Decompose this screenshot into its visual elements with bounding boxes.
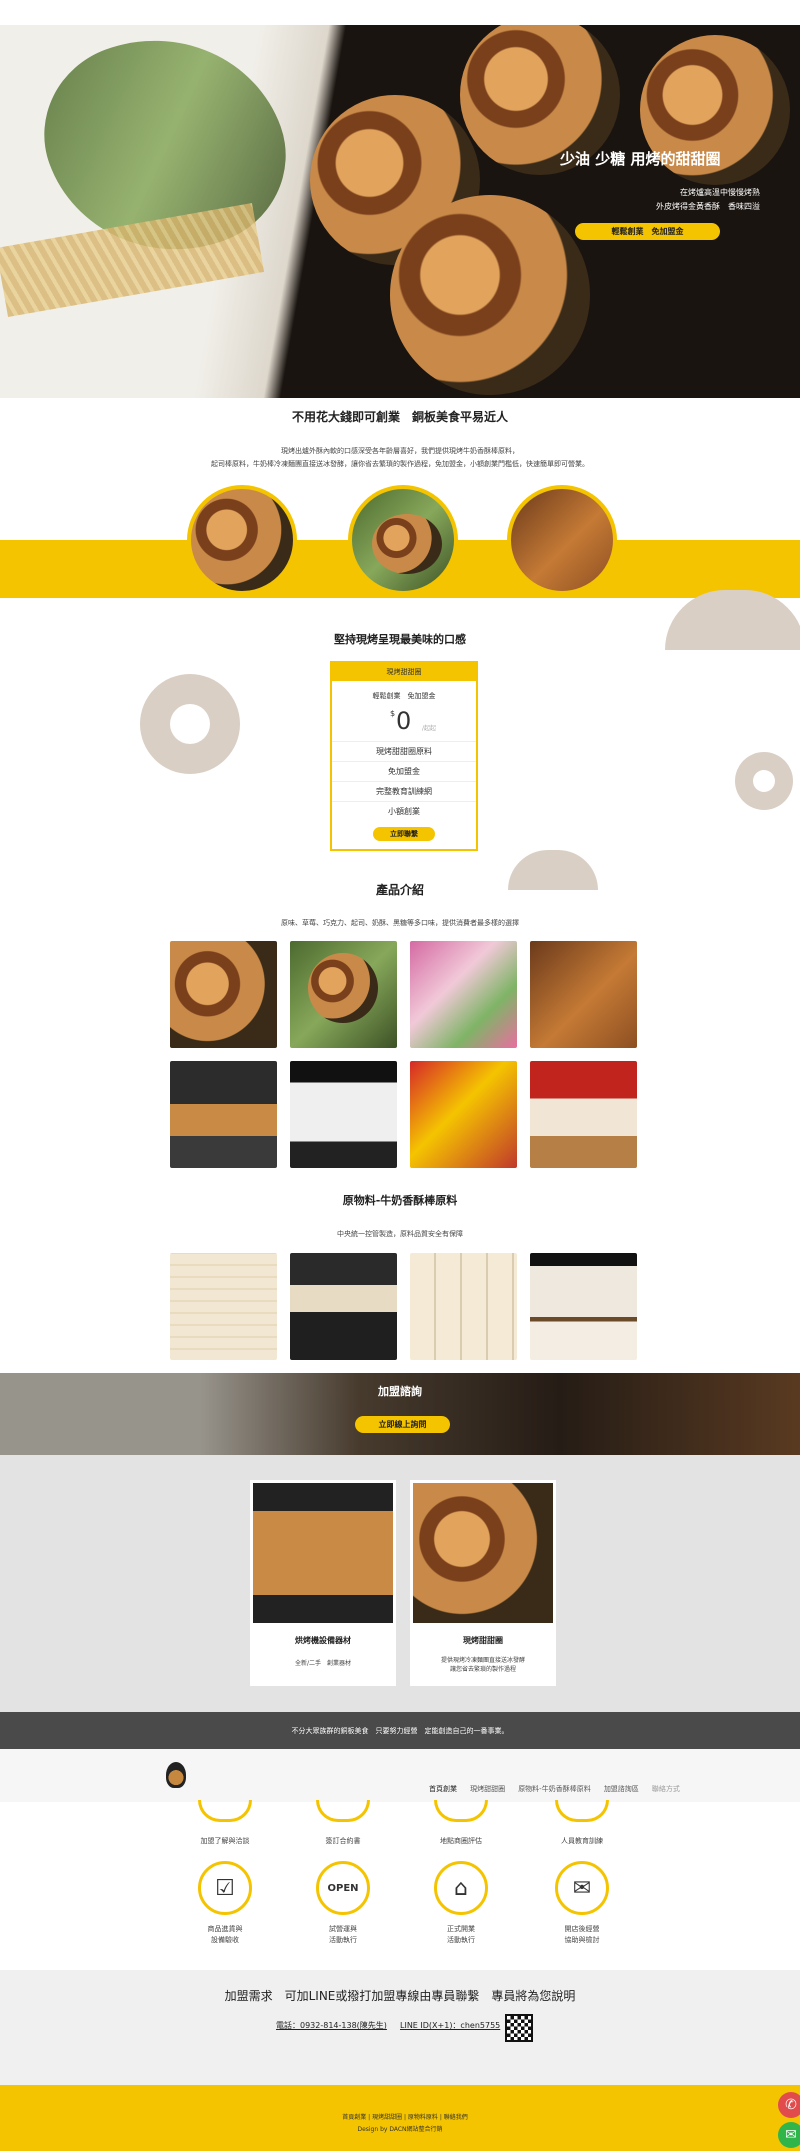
logo[interactable] <box>166 1762 186 1788</box>
contact-line-link[interactable]: LINE ID(X+1)：chen5755 <box>400 2020 500 2031</box>
checklist-icon: ☑ <box>198 1861 252 1915</box>
open-sign-icon: OPEN <box>316 1861 370 1915</box>
step-label: 商品進貨與 <box>207 1925 243 1933</box>
pricing-item: 現烤甜甜圈原料 <box>332 741 476 761</box>
line-icon[interactable]: ✉ <box>778 2122 800 2148</box>
equipment-card: 現烤甜甜圈 提供現烤冷凍麵團直接送冰發酵 讓您省去繁瑣的製作過程 <box>410 1480 556 1686</box>
intro-photo-2 <box>348 485 458 595</box>
pricing-item: 完整教育訓練網 <box>332 781 476 801</box>
step-icon-partial <box>198 1800 252 1822</box>
pricing-card-header: 現烤甜甜圈 <box>332 663 476 681</box>
pricing-item: 小額創業 <box>332 801 476 821</box>
material-photo <box>290 1253 397 1360</box>
products-title: 產品介紹 <box>375 883 424 897</box>
product-photo <box>290 941 397 1048</box>
materials-text: 中央統一控管製造，原料品質安全有保障 <box>337 1230 463 1238</box>
intro-text-2: 起司棒原料，牛奶棒冷凍麵團直接送冰發酵，讓你省去繁瑣的製作過程，免加盟金，小額創… <box>211 460 589 468</box>
step-label: 正式開業 <box>447 1925 475 1933</box>
materials-title: 原物料-牛奶香酥棒原料 <box>342 1194 458 1207</box>
intro-text-1: 現烤出爐外酥內軟的口感深受各年齡層喜好，我們提供現烤牛奶香酥棒原料， <box>281 447 519 455</box>
qr-code <box>505 2014 533 2042</box>
pricing-title: 堅持現烤呈現最美味的口感 <box>334 633 466 646</box>
pricing-unit: /起起 <box>422 725 437 732</box>
step-icon-partial <box>434 1800 488 1822</box>
nav-item[interactable]: 加盟諮詢區 <box>604 1785 639 1793</box>
hero-line-2: 外皮烤得金黃香酥 香味四溢 <box>656 202 760 211</box>
join-online-button[interactable]: 立即線上詢問 <box>355 1416 450 1433</box>
product-photo <box>410 941 517 1048</box>
pricing-card: 現烤甜甜圈 輕鬆創業 免加盟金 $ 0 /起起 現烤甜甜圈原料 免加盟金 完整教… <box>330 661 478 851</box>
intro-title: 不用花大錢即可創業 銅板美食平易近人 <box>291 410 508 424</box>
hero-title: 少油 少糖 用烤的甜甜圈 <box>560 150 721 168</box>
intro-photo-3 <box>507 485 617 595</box>
hero-line-1: 在烤爐高溫中慢慢烤熟 <box>680 188 760 197</box>
step-label: 加盟了解與洽談 <box>200 1837 250 1845</box>
step-label: 設備驗收 <box>211 1936 239 1944</box>
step-label: 簽訂合約書 <box>325 1837 361 1845</box>
step-label: 試營運與 <box>329 1925 357 1933</box>
donut-decoration <box>140 674 240 774</box>
pricing-amount: 0 <box>396 707 412 735</box>
product-photo <box>290 1061 397 1168</box>
pricing-contact-button[interactable]: 立即聯繫 <box>373 827 435 841</box>
nav-item[interactable]: 聯絡方式 <box>652 1785 680 1793</box>
step-icon-partial <box>555 1800 609 1822</box>
step-label: 活動執行 <box>329 1936 357 1944</box>
hero-cta-button[interactable]: 輕鬆創業 免加盟金 <box>575 223 720 240</box>
chat-icon: ✉ <box>555 1861 609 1915</box>
donut-image <box>390 195 590 395</box>
pricing-currency: $ <box>390 709 396 718</box>
material-photo <box>410 1253 517 1360</box>
product-photo <box>530 1061 637 1168</box>
equipment-title: 現烤甜甜圈 <box>463 1636 503 1645</box>
step-label: 協助與檢討 <box>564 1936 600 1944</box>
product-photo <box>170 1061 277 1168</box>
footer-link[interactable]: 現烤甜甜圈 <box>372 2114 402 2121</box>
step-label: 開店後經營 <box>564 1925 600 1933</box>
hero-banner: 少油 少糖 用烤的甜甜圈 在烤爐高溫中慢慢烤熟 外皮烤得金黃香酥 香味四溢 輕鬆… <box>0 25 800 398</box>
equipment-title: 烘烤機設備器材 <box>295 1636 351 1645</box>
slogan-text: 不分大眾族群的銅板美食 只要努力經營 定能創造自己的一番事業。 <box>291 1727 509 1735</box>
nav-item[interactable]: 現烤甜甜圈 <box>470 1785 505 1793</box>
equipment-desc: 全新/二手 創業器材 <box>294 1660 352 1667</box>
nav-item[interactable]: 原物料-牛奶香酥棒原料 <box>518 1785 591 1793</box>
footer-links: 首頁創業 | 現烤甜甜圈 | 原物料原料 | 聯絡我們 <box>342 2114 468 2121</box>
step-label: 人員教育訓練 <box>561 1837 603 1845</box>
product-photo <box>530 941 637 1048</box>
pricing-subtitle: 輕鬆創業 免加盟金 <box>372 692 436 700</box>
footer-link[interactable]: 首頁創業 <box>342 2114 366 2121</box>
contact-title: 加盟需求 可加LINE或撥打加盟專線由專員聯繫 專員將為您說明 <box>224 1989 576 2003</box>
material-photo <box>530 1253 637 1360</box>
equipment-desc: 讓您省去繁瑣的製作過程 <box>449 1666 516 1673</box>
material-photo <box>170 1253 277 1360</box>
product-photo <box>170 941 277 1048</box>
equipment-card: 烘烤機設備器材 全新/二手 創業器材 <box>250 1480 396 1686</box>
donut-decoration <box>735 752 793 810</box>
footer-credit: Design by DACN網站整合行銷 <box>357 2126 443 2133</box>
intro-photo-1 <box>187 485 297 595</box>
step-icon-partial <box>316 1800 370 1822</box>
main-nav: 首頁創業 現烤甜甜圈 原物料-牛奶香酥棒原料 加盟諮詢區 聯絡方式 <box>425 1776 685 1795</box>
product-photo <box>410 1061 517 1168</box>
nav-item[interactable]: 首頁創業 <box>429 1785 457 1793</box>
step-label: 活動執行 <box>447 1936 475 1944</box>
equipment-desc: 提供現烤冷凍麵團直接送冰發酵 <box>440 1657 525 1664</box>
pricing-item: 免加盟金 <box>332 761 476 781</box>
footer-link[interactable]: 原物料原料 <box>408 2114 438 2121</box>
join-title: 加盟諮詢 <box>378 1385 422 1398</box>
products-text: 原味、草莓、巧克力、起司、奶酥、黑糖等多口味，提供消費者最多樣的選擇 <box>281 919 519 927</box>
footer-link[interactable]: 聯絡我們 <box>444 2114 468 2121</box>
equipment-section <box>0 1455 800 1712</box>
storefront-icon: ⌂ <box>434 1861 488 1915</box>
step-label: 地點商圈評估 <box>440 1837 482 1845</box>
contact-phone-link[interactable]: 電話：0932-814-138(陳先生) <box>276 2020 391 2031</box>
phone-icon[interactable]: ✆ <box>778 2092 800 2118</box>
